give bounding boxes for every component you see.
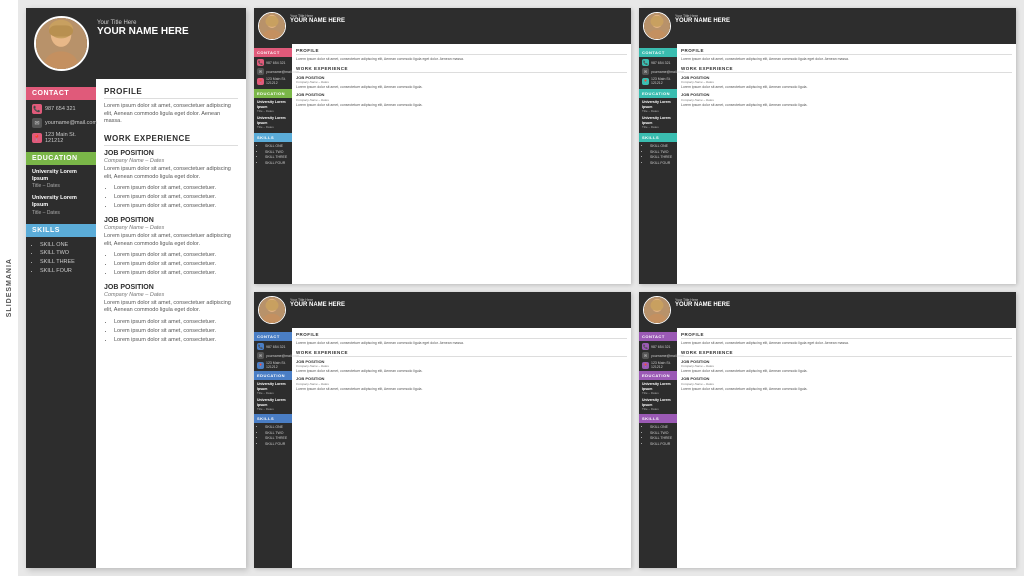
job-bullets-2: Lorem ipsum dolor sit amet, consectetuer… <box>114 251 238 277</box>
small-header-1: Your Title Here YOUR NAME HERE <box>254 8 631 44</box>
skill-item-1: SKILL ONE <box>40 241 90 250</box>
job-entry-3: JOB POSITION Company Name – Dates Lorem … <box>104 284 238 345</box>
sidebar: CONTACT 📞 987 654 321 ✉ yourname@mail.co… <box>26 79 96 568</box>
edu-entry-1: University Lorem Ipsum Title – Dates <box>32 169 90 189</box>
company-dates-3: Company Name – Dates <box>104 292 238 298</box>
email-icon: ✉ <box>32 118 42 128</box>
your-name: YOUR NAME HERE <box>97 26 238 37</box>
job-entry-2: JOB POSITION Company Name – Dates Lorem … <box>104 217 238 278</box>
phone-item: 📞 987 654 321 <box>32 104 90 114</box>
skill-list: SKILL ONE SKILL TWO SKILL THREE SKILL FO… <box>32 241 90 276</box>
resume-main-card: Your Title Here YOUR NAME HERE CONTACT 📞… <box>26 8 246 568</box>
resume-card-1: Your Title Here YOUR NAME HERE CONTACT 📞… <box>254 8 631 284</box>
skill-item-4: SKILL FOUR <box>40 267 90 276</box>
work-experience-heading: WORK EXPERIENCE <box>104 134 238 146</box>
profile-heading: PROFILE <box>104 87 238 99</box>
avatar-image <box>36 18 87 69</box>
job-bullets-1: Lorem ipsum dolor sit amet, consectetuer… <box>114 184 238 210</box>
resume-grid: Your Title Here YOUR NAME HERE CONTACT 📞… <box>254 8 1016 568</box>
job-entry-1: JOB POSItIoN Company Name – Dates Lorem … <box>104 150 238 211</box>
company-dates-1: Company Name – Dates <box>104 158 238 164</box>
main-content: Your Title Here YOUR NAME HERE CONTACT 📞… <box>18 0 1024 576</box>
company-dates-2: Company Name – Dates <box>104 225 238 231</box>
job-position-1: JOB POSItIoN <box>104 150 238 157</box>
job-desc-3: Lorem ipsum dolor sit amet, consectetuer… <box>104 300 238 315</box>
small-avatar-1 <box>258 12 286 40</box>
edu-entry-2: University Lorem Ipsum Title – Dates <box>32 195 90 215</box>
location-icon: 📍 <box>32 133 42 143</box>
contact-heading: CONTACT <box>26 87 96 100</box>
skill-item-2: SKILL TWO <box>40 249 90 258</box>
job-position-3: JOB POSITION <box>104 284 238 291</box>
resume-card-3: Your Title Here YOUR NAME HERE CONTACT 📞… <box>254 292 631 568</box>
skills-heading: SKILLS <box>26 224 96 237</box>
resume-card-4: Your Title Here YOUR NAME HERE CONTACT 📞… <box>639 292 1016 568</box>
address-item: 📍 123 Main St. 121212 <box>32 132 90 144</box>
content-area: PROFILE Lorem ipsum dolor sit amet, cons… <box>96 79 246 568</box>
body-section: CONTACT 📞 987 654 321 ✉ yourname@mail.co… <box>26 79 246 568</box>
email-item: ✉ yourname@mail.com <box>32 118 90 128</box>
resume-card-2: Your Title Here YOUR NAME HERE CONTACT 📞… <box>639 8 1016 284</box>
profile-text: Lorem ipsum dolor sit amet, consectetuer… <box>104 103 238 126</box>
name-section: Your Title Here YOUR NAME HERE <box>97 16 238 37</box>
small-sidebar-1: CONTACT 📞987 654 321 ✉yourname@mail.com … <box>254 44 292 284</box>
brand-label: SLIDESMANIA <box>6 258 13 317</box>
education-heading: EDUCATION <box>26 152 96 165</box>
skill-item-3: SKILL THREE <box>40 258 90 267</box>
phone-icon: 📞 <box>32 104 42 114</box>
job-position-2: JOB POSITION <box>104 217 238 224</box>
brand-strip: SLIDESMANIA <box>0 0 18 576</box>
job-bullets-3: Lorem ipsum dolor sit amet, consectetuer… <box>114 318 238 344</box>
job-desc-1: Lorem ipsum dolor sit amet, consectetuer… <box>104 166 238 181</box>
avatar <box>34 16 89 71</box>
job-desc-2: Lorem ipsum dolor sit amet, consectetuer… <box>104 233 238 248</box>
resume-header: Your Title Here YOUR NAME HERE <box>26 8 246 79</box>
